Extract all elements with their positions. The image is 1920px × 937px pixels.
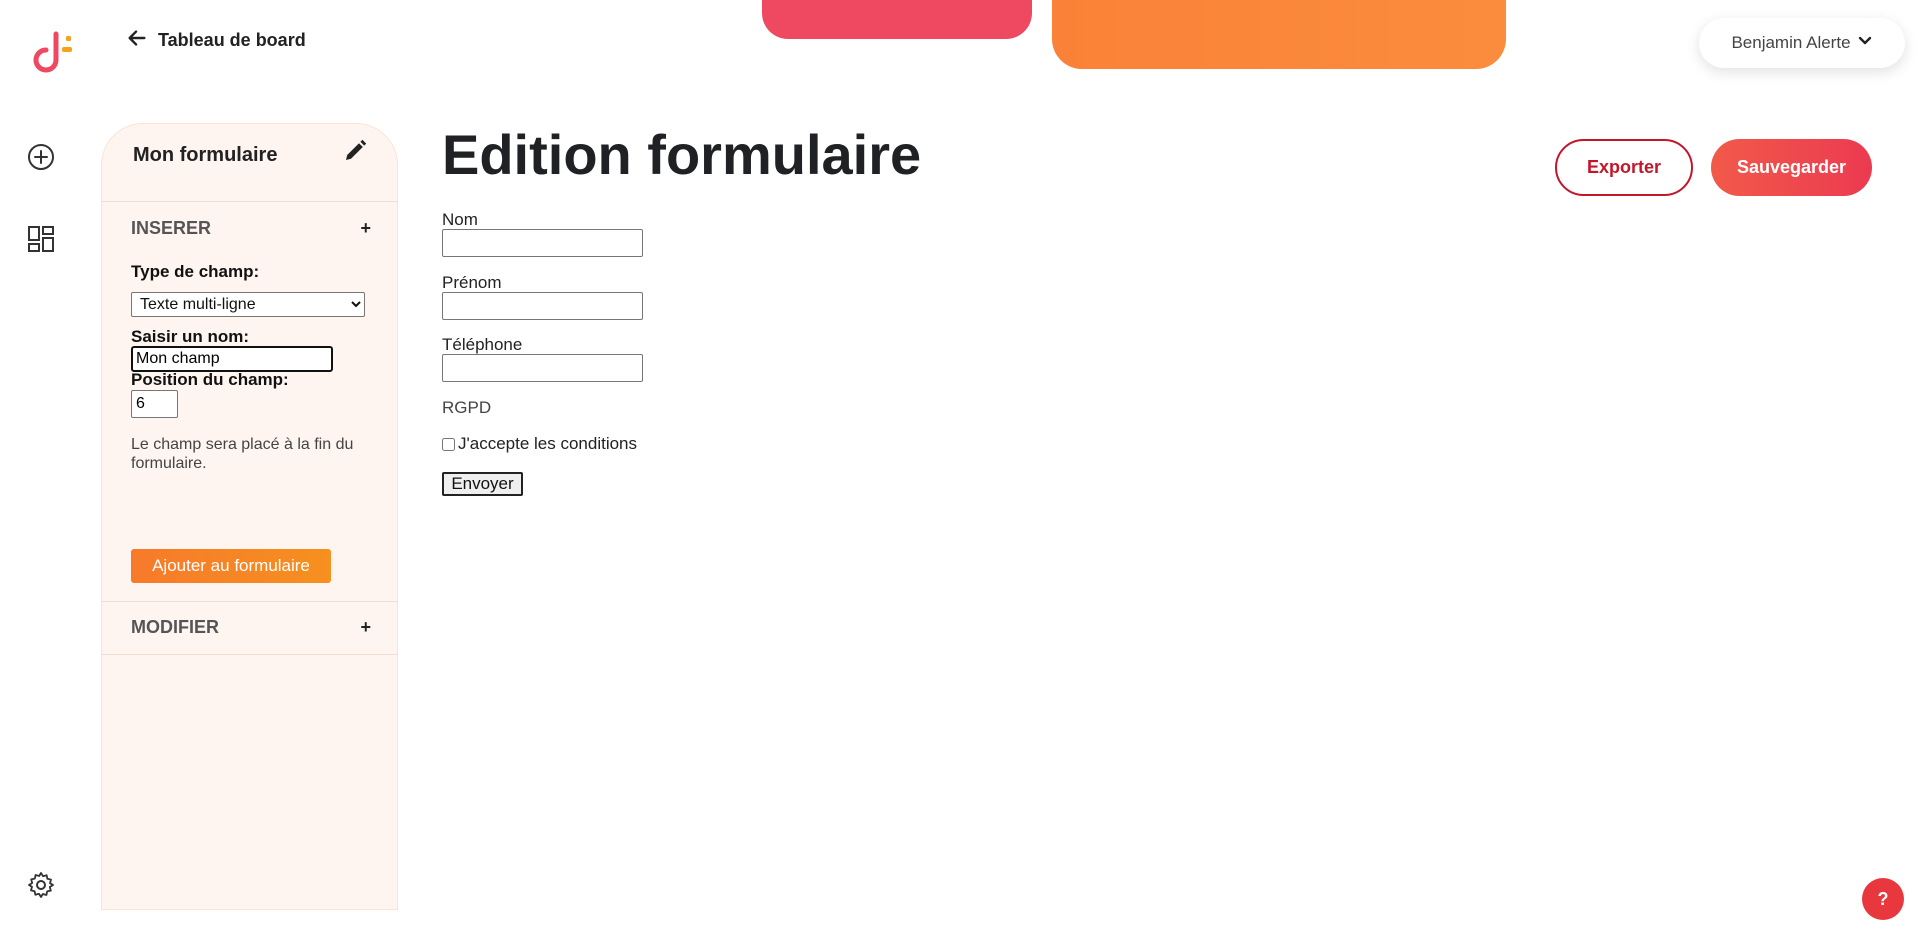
chevron-down-icon — [1857, 33, 1873, 54]
form-field-label-telephone: Téléphone — [442, 335, 523, 354]
decorative-blob-red — [762, 0, 1032, 39]
arrow-left-icon — [126, 27, 148, 54]
field-type-label: Type de champ: — [131, 262, 260, 281]
back-link-label: Tableau de board — [158, 29, 306, 50]
help-button[interactable]: ? — [1862, 878, 1904, 920]
app-logo[interactable] — [30, 26, 82, 78]
consent-checkbox[interactable] — [442, 437, 455, 451]
panel-title: Mon formulaire — [133, 144, 278, 166]
dashboard-icon[interactable] — [26, 224, 56, 254]
page-title: Edition formulaire — [442, 123, 922, 186]
decorative-blob-orange — [1052, 0, 1506, 69]
gear-icon[interactable] — [26, 870, 56, 900]
plus-circle-icon[interactable] — [26, 142, 56, 172]
back-to-dashboard-link[interactable]: Tableau de board — [126, 26, 306, 54]
modify-section-header[interactable]: MODIFIER + — [131, 617, 371, 638]
field-type-select[interactable]: Texte multi-ligne — [131, 292, 365, 317]
add-to-form-button[interactable]: Ajouter au formulaire — [131, 549, 331, 583]
user-menu[interactable]: Benjamin Alerte — [1699, 18, 1905, 68]
form-field-input-nom[interactable] — [442, 229, 643, 257]
form-builder-panel: Mon formulaire INSERER + Type de champ: … — [101, 123, 398, 910]
form-field-label-nom: Nom — [442, 210, 478, 229]
field-name-input[interactable] — [131, 346, 333, 372]
consent-label: J'accepte les conditions — [458, 434, 638, 453]
user-name: Benjamin Alerte — [1731, 33, 1851, 52]
insert-toggle[interactable]: + — [360, 218, 371, 239]
form-field-input-telephone[interactable] — [442, 354, 643, 382]
send-button[interactable]: Envoyer — [442, 472, 523, 496]
pencil-icon[interactable] — [342, 138, 370, 166]
panel-divider — [102, 201, 397, 202]
form-field-label-prenom: Prénom — [442, 273, 502, 292]
save-button[interactable]: Sauvegarder — [1711, 139, 1872, 196]
panel-divider — [102, 654, 397, 655]
field-position-input[interactable] — [131, 390, 178, 418]
consent-row[interactable]: J'accepte les conditions — [442, 434, 637, 454]
modify-section-title: MODIFIER — [131, 617, 219, 637]
name-label: Saisir un nom: — [131, 327, 250, 346]
position-hint: Le champ sera placé à la fin du formulai… — [131, 436, 354, 472]
position-label: Position du champ: — [131, 370, 289, 389]
form-field-input-prenom[interactable] — [442, 292, 643, 320]
insert-section-header[interactable]: INSERER + — [131, 218, 371, 239]
export-button[interactable]: Exporter — [1555, 139, 1693, 196]
modify-toggle[interactable]: + — [360, 617, 371, 638]
panel-divider — [102, 601, 397, 602]
rgpd-label: RGPD — [442, 398, 492, 417]
insert-section-title: INSERER — [131, 218, 212, 238]
